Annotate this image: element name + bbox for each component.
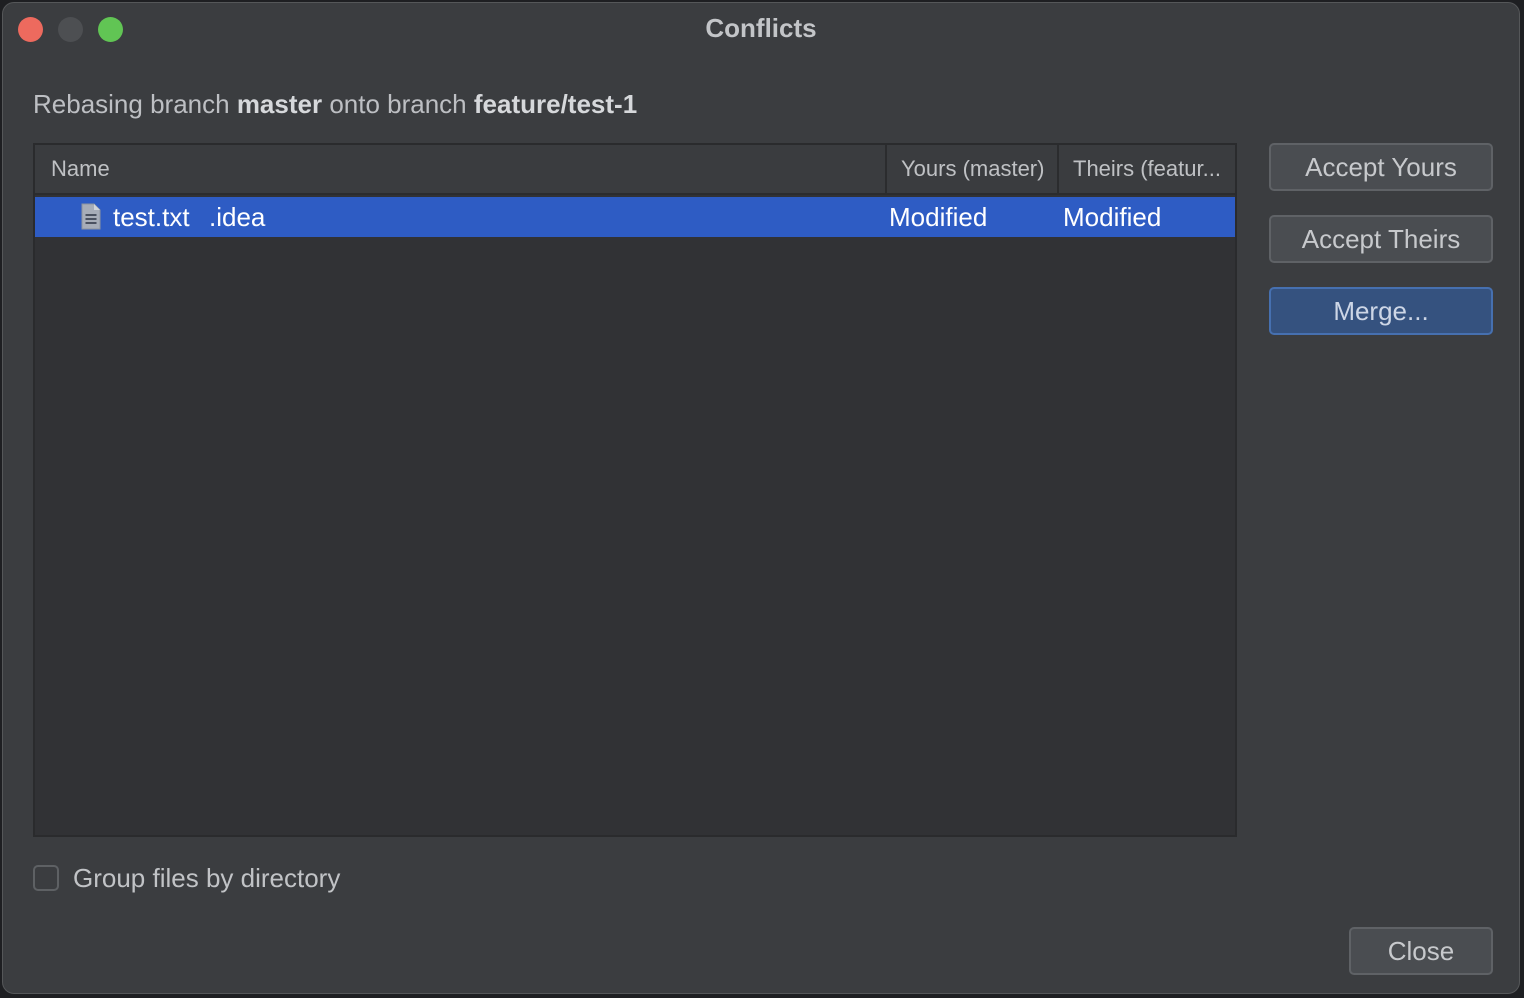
target-branch-name: feature/test-1 bbox=[473, 89, 638, 119]
rebase-description-prefix: Rebasing branch bbox=[33, 89, 237, 119]
column-header-name[interactable]: Name bbox=[51, 145, 881, 193]
accept-theirs-button[interactable]: Accept Theirs bbox=[1269, 215, 1493, 263]
conflicts-table: Name Yours (master) Theirs (featur... te… bbox=[33, 143, 1237, 837]
title-bar: Conflicts bbox=[3, 3, 1519, 57]
merge-button[interactable]: Merge... bbox=[1269, 287, 1493, 335]
dialog-title: Conflicts bbox=[705, 13, 817, 43]
group-by-directory-checkbox[interactable] bbox=[33, 865, 59, 891]
column-header-yours[interactable]: Yours (master) bbox=[885, 145, 1057, 193]
rebase-description: Rebasing branch master onto branch featu… bbox=[33, 89, 637, 120]
close-button[interactable]: Close bbox=[1349, 927, 1493, 975]
yours-status: Modified bbox=[889, 202, 988, 232]
column-header-theirs[interactable]: Theirs (featur... bbox=[1057, 145, 1235, 193]
theirs-status: Modified bbox=[1063, 202, 1162, 232]
source-branch-name: master bbox=[236, 89, 323, 119]
table-header: Name Yours (master) Theirs (featur... bbox=[35, 145, 1235, 195]
group-by-directory-label: Group files by directory bbox=[73, 863, 341, 893]
rebase-description-middle: onto branch bbox=[322, 89, 474, 119]
conflicts-dialog: Conflicts Rebasing branch master onto br… bbox=[2, 2, 1520, 994]
file-name: test.txt bbox=[113, 202, 190, 232]
table-row[interactable]: test.txt .idea Modified Modified bbox=[35, 197, 1235, 237]
file-directory: .idea bbox=[209, 202, 266, 232]
accept-yours-button[interactable]: Accept Yours bbox=[1269, 143, 1493, 191]
